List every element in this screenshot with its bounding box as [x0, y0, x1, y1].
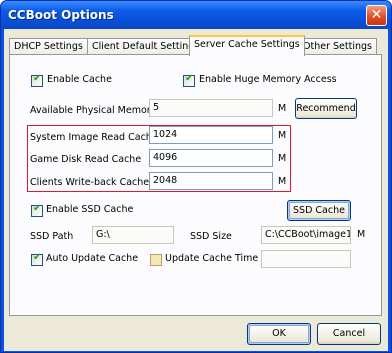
enable-huge-memory-checkbox[interactable]	[183, 73, 195, 87]
update-cache-time-field[interactable]	[261, 250, 351, 268]
tab-client-default-settings[interactable]: Client Default Settings	[87, 38, 205, 55]
enable-huge-memory-label[interactable]: Enable Huge Memory Access	[199, 74, 337, 85]
ssd-size-label: SSD Size	[190, 231, 232, 242]
tab-server-cache-settings[interactable]: Server Cache Settings	[189, 35, 305, 56]
close-button[interactable]: ✕	[366, 5, 387, 26]
recommend-button[interactable]: Recommend	[295, 98, 357, 119]
enable-cache-label[interactable]: Enable Cache	[47, 74, 112, 85]
available-memory-unit: M	[278, 103, 287, 114]
title-bar[interactable]: CCBoot Options ✕	[1, 1, 391, 29]
writeback-cache-unit: M	[278, 176, 287, 187]
ssd-path-field[interactable]: G:\	[92, 226, 174, 244]
auto-update-cache-label[interactable]: Auto Update Cache	[46, 253, 138, 264]
ssd-size-unit: M	[357, 229, 366, 240]
ssd-cache-button[interactable]: SSD Cache	[287, 200, 351, 221]
dialog-body: DHCP Settings Client Default Settings Se…	[4, 29, 388, 351]
writeback-cache-field[interactable]: 2048	[149, 172, 273, 190]
game-disk-cache-unit: M	[278, 153, 287, 164]
options-window: CCBoot Options ✕ DHCP Settings Client De…	[0, 0, 392, 353]
system-image-cache-unit: M	[278, 130, 287, 141]
system-image-cache-field[interactable]: 1024	[149, 126, 273, 144]
close-icon: ✕	[370, 7, 383, 23]
update-cache-time-label[interactable]: Update Cache Time	[165, 253, 258, 264]
ok-button[interactable]: OK	[247, 323, 311, 345]
enable-ssd-cache-label[interactable]: Enable SSD Cache	[46, 204, 133, 215]
system-image-cache-label: System Image Read Cache	[30, 132, 158, 143]
game-disk-cache-field[interactable]: 4096	[149, 149, 273, 167]
available-memory-label: Available Physical Memory	[30, 105, 157, 116]
enable-ssd-cache-checkbox[interactable]	[31, 203, 43, 217]
available-memory-field[interactable]: 5	[149, 99, 273, 117]
ssd-size-field[interactable]: C:\CCBoot\image1	[261, 226, 351, 244]
game-disk-cache-label: Game Disk Read Cache	[30, 154, 142, 165]
server-cache-panel: Enable Cache Enable Huge Memory Access A…	[9, 54, 382, 316]
ssd-path-label: SSD Path	[30, 231, 74, 242]
update-cache-time-checkbox[interactable]	[150, 254, 162, 266]
enable-cache-checkbox[interactable]	[31, 73, 43, 87]
tab-dhcp-settings[interactable]: DHCP Settings	[9, 38, 88, 55]
cancel-button[interactable]: Cancel	[317, 323, 381, 345]
writeback-cache-label: Clients Write-back Cache	[30, 177, 150, 188]
auto-update-cache-checkbox[interactable]	[31, 252, 43, 266]
window-title: CCBoot Options	[8, 8, 114, 22]
tab-other-settings[interactable]: Other Settings	[298, 38, 377, 55]
